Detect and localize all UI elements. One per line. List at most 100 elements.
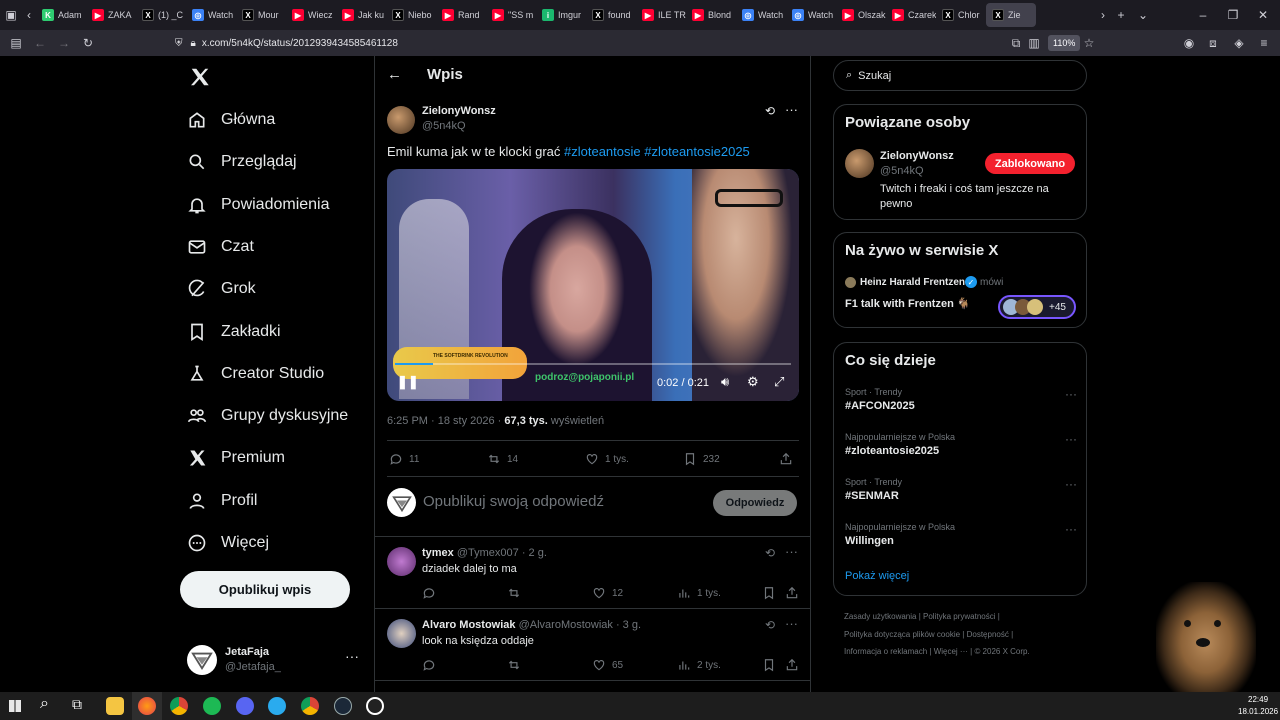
sidebar-toggle-icon[interactable]: ▤ [4, 31, 28, 55]
clock-time[interactable]: 22:49 [1248, 695, 1268, 704]
extensions-icon[interactable]: ⧈ [1201, 31, 1225, 55]
nav-notifications[interactable]: Powiadomienia [187, 187, 330, 223]
x-logo-icon[interactable] [189, 66, 211, 88]
browser-tab[interactable]: ▶ ILE TR [636, 3, 686, 27]
volume-icon[interactable]: 🔊︎ [721, 374, 729, 390]
reload-icon[interactable]: ↻ [76, 31, 100, 55]
tweet-author-name[interactable]: ZielonyWonsz [422, 105, 496, 117]
spotify-icon[interactable] [203, 697, 221, 715]
footer-link[interactable]: Zasady użytkowania [844, 612, 916, 621]
browser-tab[interactable]: Xfound [586, 3, 636, 27]
repost-button[interactable]: 14 [487, 452, 518, 466]
show-more-link[interactable]: Pokaż więcej [845, 570, 909, 582]
nav-chat[interactable]: Czat [187, 229, 254, 265]
trend-item[interactable]: Sport · Trendy #AFCON2025 ··· [845, 387, 1077, 427]
live-topic[interactable]: F1 talk with Frentzen 🐐 [845, 297, 971, 310]
footer-link[interactable]: Polityka dotycząca plików cookie [844, 630, 960, 639]
grok-icon[interactable]: ⟲ [765, 546, 775, 560]
video-progress-track[interactable] [395, 363, 791, 365]
browser-tab[interactable]: ▶ Czarek [886, 3, 936, 27]
reply-submit-button[interactable]: Odpowiedz [713, 490, 797, 516]
browser-tab[interactable]: K Adam [36, 3, 86, 27]
nav-grok[interactable]: Grok [187, 271, 256, 307]
browser-tab[interactable]: ▶ Wiecz [286, 3, 336, 27]
footer-link[interactable]: Więcej ··· [934, 647, 968, 656]
search-input[interactable]: ⌕ Szukaj [833, 60, 1087, 91]
related-name[interactable]: ZielonyWonsz [880, 150, 954, 162]
restore-icon[interactable]: ❐ [1222, 4, 1244, 26]
nav-communities[interactable]: Grupy dyskusyjne [187, 398, 348, 434]
repost-button[interactable] [507, 586, 521, 600]
bookmark-star-icon[interactable]: ☆ [1077, 31, 1101, 55]
search-icon[interactable]: ⌕ [40, 695, 49, 713]
browser-tab[interactable]: ▶ Blond [686, 3, 736, 27]
tabs-scroll-right-icon[interactable]: › [1096, 4, 1110, 26]
browser-tab[interactable]: ▶ Jak ku [336, 3, 386, 27]
more-options-icon[interactable]: ··· [1065, 432, 1077, 446]
hashtag-link[interactable]: #zloteantosie2025 [644, 144, 750, 159]
browser-tab[interactable]: ▶ ZAKA [86, 3, 136, 27]
nav-more[interactable]: Więcej [187, 525, 269, 561]
tweet-timestamp[interactable]: 6:25 PM · 18 sty 2026 · [387, 415, 501, 427]
reply-button[interactable]: 11 [389, 452, 419, 466]
chrome-icon[interactable] [170, 697, 188, 715]
browser-tab[interactable]: ◎ Watch [186, 3, 236, 27]
video-player[interactable]: THE SOFTDRINK REVOLUTION podroz@pojaponi… [387, 169, 799, 401]
nav-profile[interactable]: Profil [187, 483, 257, 519]
share-button[interactable] [785, 586, 799, 600]
like-button[interactable]: 12 [592, 586, 623, 600]
browser-tab[interactable]: X Chlor [936, 3, 986, 27]
menu-icon[interactable]: ≡ [1252, 31, 1276, 55]
nav-premium[interactable]: Premium [187, 440, 285, 476]
browser-tab[interactable]: ▶ Olszak [836, 3, 886, 27]
fullscreen-icon[interactable]: ⤢ [774, 374, 784, 390]
browser-tab[interactable]: X (1) _C [136, 3, 186, 27]
more-options-icon[interactable]: ··· [1065, 387, 1077, 401]
trend-item[interactable]: Najpopularniejsze w Polska #zloteantosie2… [845, 432, 1077, 472]
account-icon[interactable]: ◉ [1177, 31, 1201, 55]
bookmark-button[interactable] [762, 586, 776, 600]
url-bar[interactable]: ⛨ 🔒︎ x.com/5n4kQ/status/2012939434585461… [175, 33, 1105, 53]
live-host-name[interactable]: Heinz Harald Frentzen [860, 277, 965, 288]
tweet-author-handle[interactable]: @5n4kQ [422, 120, 466, 132]
tab-overview-icon[interactable]: ▣ [0, 4, 22, 26]
more-options-icon[interactable]: ··· [785, 102, 798, 117]
more-options-icon[interactable]: ··· [1065, 522, 1077, 536]
tabs-scroll-left-icon[interactable]: ‹ [22, 4, 36, 26]
pause-icon[interactable]: ❚❚ [397, 374, 419, 390]
bookmark-button[interactable] [762, 658, 776, 672]
browser-tab[interactable]: ◎ Watch [786, 3, 836, 27]
more-options-icon[interactable]: ··· [785, 544, 798, 559]
close-window-icon[interactable]: ✕ [1252, 4, 1274, 26]
hashtag-link[interactable]: #zloteantosie [564, 144, 641, 159]
share-button[interactable] [779, 452, 793, 466]
browser-tab[interactable]: X Mour [236, 3, 286, 27]
more-options-icon[interactable]: ··· [785, 616, 798, 631]
minimize-icon[interactable]: – [1192, 4, 1214, 26]
reply-author-name[interactable]: Alvaro Mostowiak [422, 619, 516, 631]
footer-link[interactable]: © 2026 X Corp. [974, 647, 1029, 656]
nav-creator-studio[interactable]: Creator Studio [187, 356, 324, 392]
shield-icon[interactable]: ⛨ [175, 38, 183, 49]
grok-icon[interactable]: ⟲ [765, 618, 775, 632]
avatar[interactable] [387, 106, 415, 134]
more-options-icon[interactable]: ··· [345, 648, 359, 664]
account-switcher[interactable]: JetaFaja @Jetafaja_ ··· [187, 642, 362, 678]
browser-tab[interactable]: ▶ "SS m [486, 3, 536, 27]
trend-item[interactable]: Sport · Trendy #SENMAR ··· [845, 477, 1077, 517]
reply-item[interactable]: tymex @Tymex007 · 2 g. ⟲ ··· dziadek dalej … [375, 537, 810, 609]
live-listeners[interactable]: +45 [998, 295, 1076, 319]
reply-author-handle[interactable]: @Tymex007 · 2 g. [457, 547, 547, 559]
browser-tab[interactable]: ▶ Rand [436, 3, 486, 27]
avatar[interactable] [845, 149, 874, 178]
settings-icon[interactable]: ⚙ [747, 374, 759, 390]
reply-author-name[interactable]: tymex [422, 547, 454, 559]
browser-tab[interactable]: X Niebo [386, 3, 436, 27]
blocked-button[interactable]: Zablokowano [985, 153, 1075, 174]
like-button[interactable]: 1 tys. [585, 452, 629, 466]
chrome-icon[interactable] [301, 697, 319, 715]
reply-item[interactable]: Alvaro Mostowiak @AlvaroMostowiak · 3 g.… [375, 609, 810, 681]
repost-button[interactable] [507, 658, 521, 672]
discord-icon[interactable] [236, 697, 254, 715]
addon-icon[interactable]: ◈ [1227, 31, 1251, 55]
